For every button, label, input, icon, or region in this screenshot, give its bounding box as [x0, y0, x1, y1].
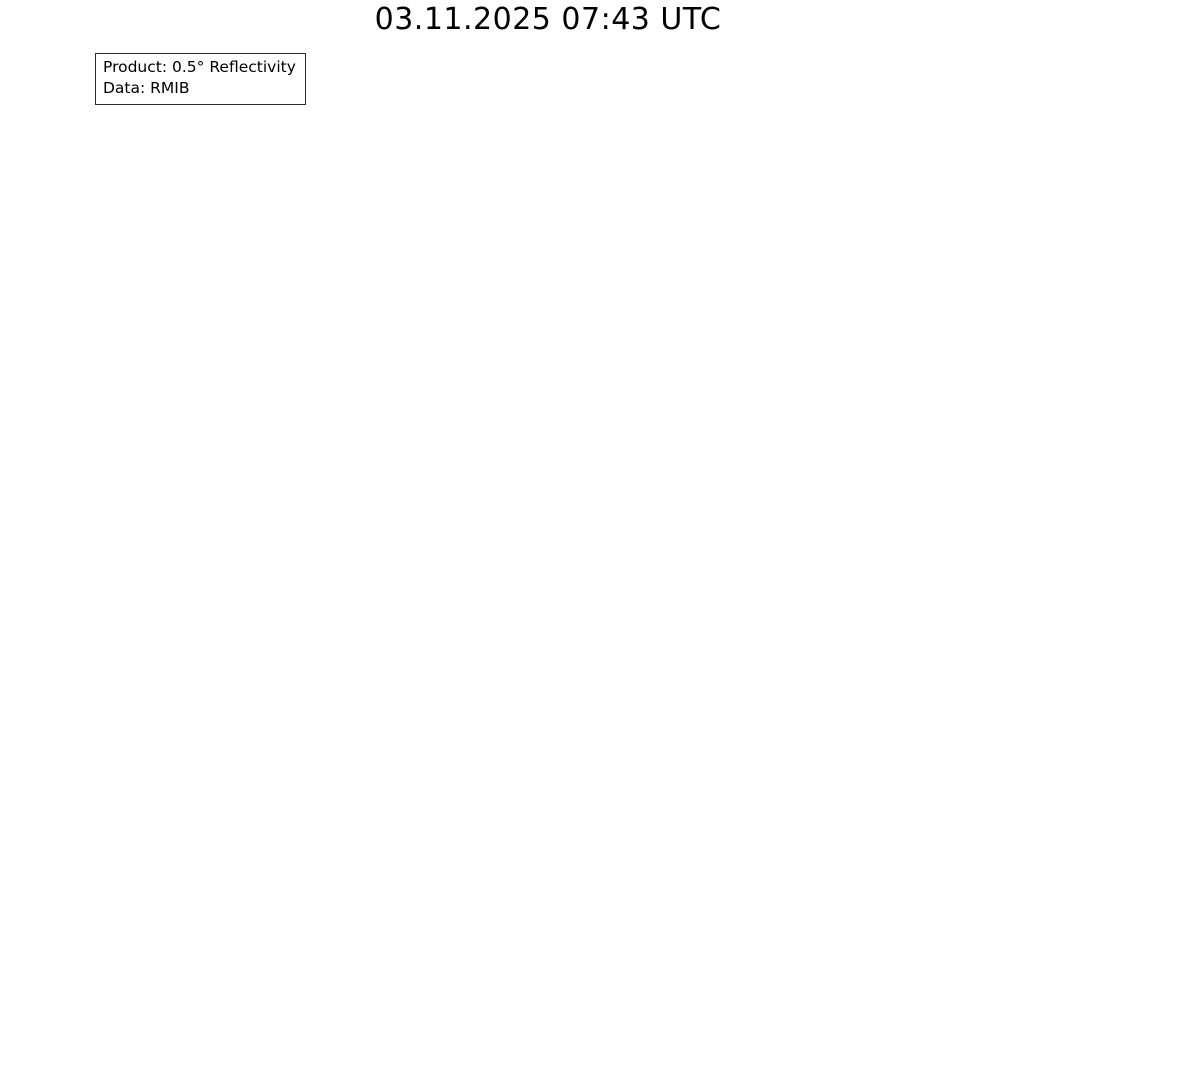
- radar-map-canvas: [0, 0, 1184, 1081]
- product-line: Product: 0.5° Reflectivity: [103, 58, 296, 76]
- data-source-line: Data: RMIB: [103, 79, 190, 98]
- radar-figure: { "title": "03.11.2025 07:43 UTC", "info…: [0, 0, 1184, 1081]
- product-info-box: Product: 0.5° Reflectivity Data: RMIB: [95, 53, 306, 105]
